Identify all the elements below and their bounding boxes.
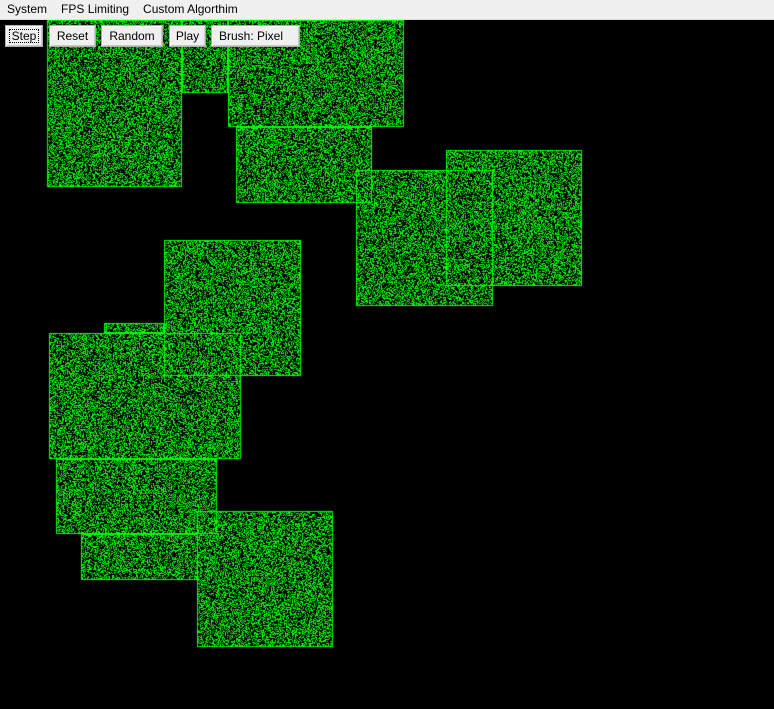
step-button[interactable]: Step	[5, 25, 43, 47]
reset-button[interactable]: Reset	[49, 25, 96, 47]
cell-grid-canvas[interactable]	[0, 20, 774, 709]
menu-fps-limiting[interactable]: FPS Limiting	[54, 0, 136, 19]
simulation-canvas-area[interactable]	[0, 20, 774, 709]
play-button[interactable]: Play	[169, 25, 206, 47]
menu-bar: System FPS Limiting Custom Algorthim	[0, 0, 774, 20]
menu-system[interactable]: System	[0, 0, 54, 19]
brush-button[interactable]: Brush: Pixel	[211, 25, 300, 47]
random-button[interactable]: Random	[101, 25, 163, 47]
menu-custom-algorithm[interactable]: Custom Algorthim	[136, 0, 245, 19]
